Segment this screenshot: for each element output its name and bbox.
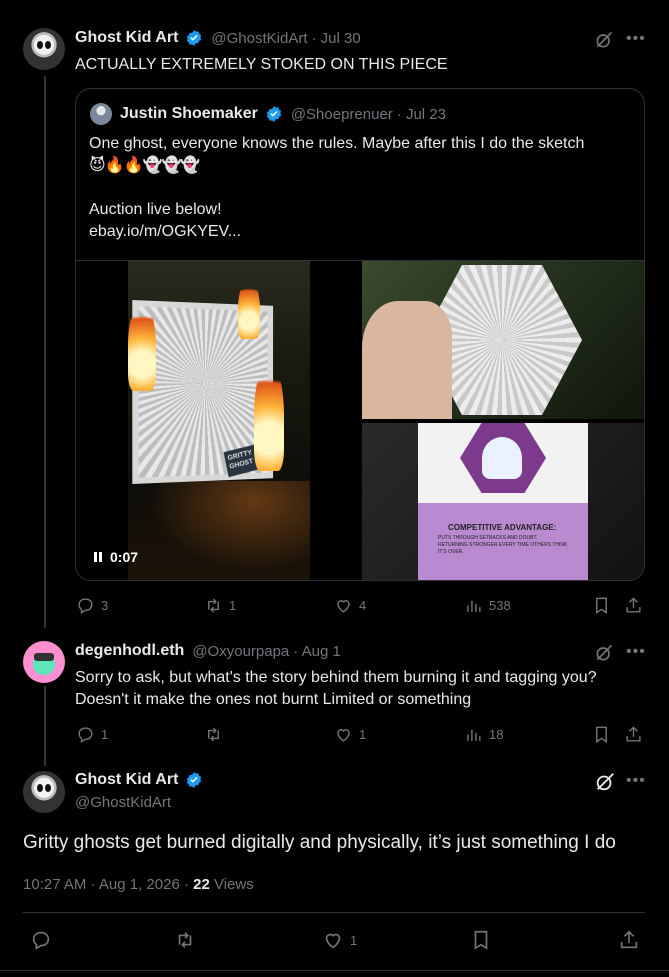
pause-icon[interactable]: [94, 552, 102, 562]
views-icon: [467, 729, 481, 741]
quote-link[interactable]: ebay.io/m/OGKYEV...: [89, 221, 241, 243]
bookmark-icon: [596, 597, 607, 614]
thread-line: [44, 686, 46, 766]
video-thumbnail[interactable]: GRITTY GHOST 0:07: [76, 261, 358, 580]
share-icon: [620, 930, 638, 949]
avatar[interactable]: [23, 771, 65, 813]
repost-button[interactable]: [174, 929, 196, 951]
grok-icon[interactable]: [594, 30, 614, 55]
repost-icon: [208, 598, 219, 613]
quote-text-line2: Auction live below!: [89, 201, 222, 218]
reply-icon: [78, 598, 93, 614]
heart-icon: [325, 933, 341, 949]
reply-icon: [32, 931, 50, 950]
bookmark-icon: [474, 930, 488, 950]
quote-header: Justin Shoemaker @Shoeprenuer · Jul 23: [120, 105, 446, 123]
share-button[interactable]: [624, 596, 643, 615]
quote-author-handle: @Shoeprenuer: [290, 105, 393, 123]
card-back-body: PUTS THROUGH SETBACKS AND DOUBT, RETURNI…: [438, 535, 568, 555]
grok-icon[interactable]: [594, 771, 616, 798]
tweet-date[interactable]: · Aug 1: [293, 643, 341, 660]
views-count: 538: [489, 598, 511, 613]
share-icon: [626, 597, 641, 613]
author-handle[interactable]: @GhostKidArt: [75, 794, 171, 811]
bookmark-button[interactable]: [592, 596, 611, 615]
repost-button[interactable]: [204, 725, 229, 744]
tweet-date[interactable]: · Jul 30: [312, 30, 361, 47]
author-name[interactable]: Ghost Kid Art: [75, 29, 178, 47]
bookmark-button[interactable]: [470, 929, 492, 951]
heart-icon: [337, 600, 350, 613]
bookmark-icon: [596, 726, 607, 743]
reply-count: 3: [101, 598, 109, 613]
tweet-text: ACTUALLY EXTREMELY STOKED ON THIS PIECE: [75, 56, 448, 73]
more-options-icon[interactable]: •••: [626, 643, 646, 661]
tweet-header: Ghost Kid Art @GhostKidArt · Jul 30: [75, 29, 361, 47]
verified-badge-icon: [187, 772, 202, 788]
reply-button[interactable]: [30, 929, 52, 951]
share-button[interactable]: [618, 929, 640, 951]
verified-badge-icon: [266, 106, 281, 122]
avatar[interactable]: [23, 28, 65, 70]
flame-image: [254, 361, 284, 471]
reply-count: 1: [101, 727, 109, 742]
share-icon: [626, 726, 641, 742]
reply-button[interactable]: 3: [76, 596, 108, 615]
divider: [23, 912, 645, 913]
author-handle[interactable]: @Oxyourpapa: [192, 643, 289, 660]
like-button[interactable]: 4: [334, 596, 366, 615]
like-count: 4: [359, 598, 367, 613]
card-back-image[interactable]: COMPETITIVE ADVANTAGE: PUTS THROUGH SETB…: [362, 423, 644, 580]
repost-icon: [208, 727, 219, 742]
quoted-tweet[interactable]: Justin Shoemaker @Shoeprenuer · Jul 23 O…: [75, 88, 645, 581]
like-count: 1: [359, 727, 367, 742]
repost-count: 1: [229, 598, 237, 613]
heart-icon: [337, 729, 350, 742]
flame-image: [238, 279, 260, 339]
views-icon: [467, 600, 481, 612]
flame-image: [128, 301, 156, 391]
views-count: 18: [489, 727, 504, 742]
divider: [0, 970, 669, 971]
author-name[interactable]: Ghost Kid Art: [75, 771, 178, 789]
video-time: 0:07: [110, 549, 139, 565]
card-hand-image[interactable]: [362, 261, 644, 419]
bookmark-button[interactable]: [592, 725, 611, 744]
repost-icon: [178, 932, 192, 948]
avatar[interactable]: [23, 641, 65, 683]
like-button[interactable]: 1: [322, 929, 357, 951]
tweet-header: degenhodl.eth @Oxyourpapa · Aug 1: [75, 642, 341, 660]
main-tweet-text: Gritty ghosts get burned digitally and p…: [23, 832, 616, 853]
quote-media[interactable]: GRITTY GHOST 0:07 COMPETITIVE ADVANTAGE:: [76, 260, 644, 580]
quote-date: · Jul 23: [396, 105, 446, 123]
tweet-text-line1: Sorry to ask, but what's the story behin…: [75, 669, 597, 686]
views-label: Views: [213, 876, 254, 893]
reply-icon: [78, 727, 93, 743]
author-handle[interactable]: @GhostKidArt: [211, 30, 307, 47]
grok-icon[interactable]: [594, 643, 614, 668]
repost-button[interactable]: 1: [204, 596, 236, 615]
quote-emojis: 😈🔥🔥👻👻👻: [89, 157, 200, 174]
tweet-header: Ghost Kid Art: [75, 771, 203, 789]
card-back-heading: COMPETITIVE ADVANTAGE:: [448, 523, 557, 532]
reply-button[interactable]: 1: [76, 725, 108, 744]
video-timer[interactable]: 0:07: [94, 549, 138, 565]
views-button[interactable]: 538: [464, 596, 511, 615]
timestamp[interactable]: 10:27 AM · Aug 1, 2026 ·: [23, 876, 193, 893]
verified-badge-icon: [187, 30, 202, 46]
more-options-icon[interactable]: •••: [626, 772, 646, 790]
quote-text-line1: One ghost, everyone knows the rules. May…: [89, 135, 585, 152]
thread-line: [44, 76, 46, 628]
like-button[interactable]: 1: [334, 725, 366, 744]
quote-avatar: [90, 103, 112, 125]
tweet-meta: 10:27 AM · Aug 1, 2026 · 22 Views: [23, 876, 254, 893]
share-button[interactable]: [624, 725, 643, 744]
views-button[interactable]: 18: [464, 725, 503, 744]
more-options-icon[interactable]: •••: [626, 30, 646, 48]
like-count: 1: [350, 932, 358, 948]
author-name[interactable]: degenhodl.eth: [75, 642, 184, 660]
tweet-text-line2: Doesn't it make the ones not burnt Limit…: [75, 691, 472, 708]
views-count: 22: [193, 876, 210, 893]
quote-author-name: Justin Shoemaker: [120, 105, 258, 122]
